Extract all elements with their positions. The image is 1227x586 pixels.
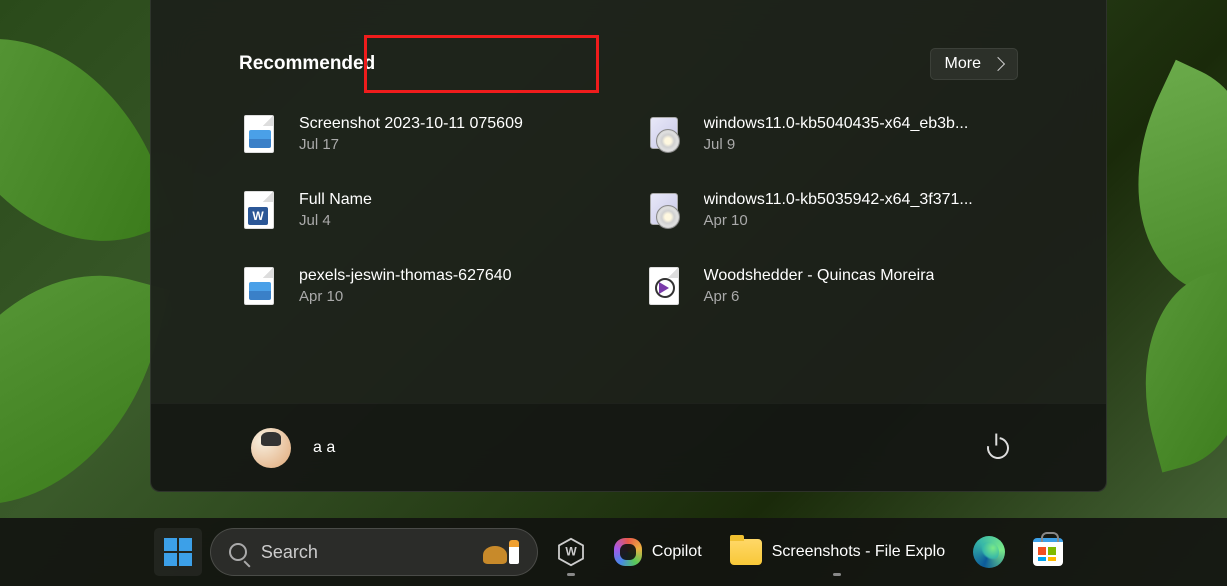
task-view-icon: W [556,537,586,567]
user-name-label: a a [313,439,335,457]
recommended-item-name: Full Name [299,191,372,209]
recommended-item-date: Jul 17 [299,136,523,153]
power-button[interactable] [978,428,1018,468]
file-explorer-button[interactable]: Screenshots - File Explo [720,528,955,576]
search-highlight-icon [483,540,519,564]
recommended-item[interactable]: Full Name Jul 4 [239,186,614,234]
more-button[interactable]: More [930,48,1018,80]
recommended-item-date: Jul 9 [704,136,969,153]
start-button[interactable] [154,528,202,576]
windows-logo-icon [164,538,192,566]
edge-button[interactable] [963,528,1015,576]
power-icon [983,432,1014,463]
start-menu-footer: a a [151,403,1106,491]
microsoft-store-button[interactable] [1023,528,1073,576]
recommended-item-date: Apr 10 [704,212,973,229]
recommended-item-name: Screenshot 2023-10-11 075609 [299,115,523,133]
recommended-grid: Screenshot 2023-10-11 075609 Jul 17 wind… [239,110,1018,310]
image-file-icon [241,114,277,154]
recommended-item-date: Jul 4 [299,212,372,229]
recommended-item[interactable]: Screenshot 2023-10-11 075609 Jul 17 [239,110,614,158]
search-input[interactable]: Search [210,528,538,576]
recommended-item-name: windows11.0-kb5035942-x64_3f371... [704,191,973,209]
svg-text:W: W [565,545,577,559]
chevron-right-icon [991,57,1005,71]
recommended-item[interactable]: windows11.0-kb5040435-x64_eb3b... Jul 9 [644,110,1019,158]
user-account-button[interactable]: a a [239,420,347,476]
copilot-label: Copilot [652,543,702,561]
recommended-item[interactable]: pexels-jeswin-thomas-627640 Apr 10 [239,262,614,310]
more-button-label: More [945,55,981,73]
recommended-item-name: windows11.0-kb5040435-x64_eb3b... [704,115,969,133]
recommended-item-date: Apr 10 [299,288,512,305]
search-placeholder: Search [261,542,469,563]
store-icon [1033,538,1063,566]
word-file-icon [241,190,277,230]
installer-file-icon [646,114,682,154]
search-icon [229,543,247,561]
user-avatar-icon [251,428,291,468]
recommended-item-date: Apr 6 [704,288,935,305]
recommended-section: Recommended More Screenshot 2023-10-11 0… [151,0,1106,403]
media-file-icon [646,266,682,306]
recommended-item[interactable]: Woodshedder - Quincas Moreira Apr 6 [644,262,1019,310]
image-file-icon [241,266,277,306]
copilot-button[interactable]: Copilot [604,528,712,576]
folder-icon [730,539,762,565]
recommended-item-name: Woodshedder - Quincas Moreira [704,267,935,285]
recommended-item-name: pexels-jeswin-thomas-627640 [299,267,512,285]
recommended-item[interactable]: windows11.0-kb5035942-x64_3f371... Apr 1… [644,186,1019,234]
task-view-button[interactable]: W [546,528,596,576]
start-menu: Recommended More Screenshot 2023-10-11 0… [150,0,1107,492]
taskbar: Search W Copilot Screenshots - File Expl… [0,518,1227,586]
recommended-title: Recommended [239,53,375,75]
edge-icon [973,536,1005,568]
installer-file-icon [646,190,682,230]
recommended-header: Recommended More [239,48,1018,80]
file-explorer-label: Screenshots - File Explo [772,543,945,561]
copilot-icon [614,538,642,566]
